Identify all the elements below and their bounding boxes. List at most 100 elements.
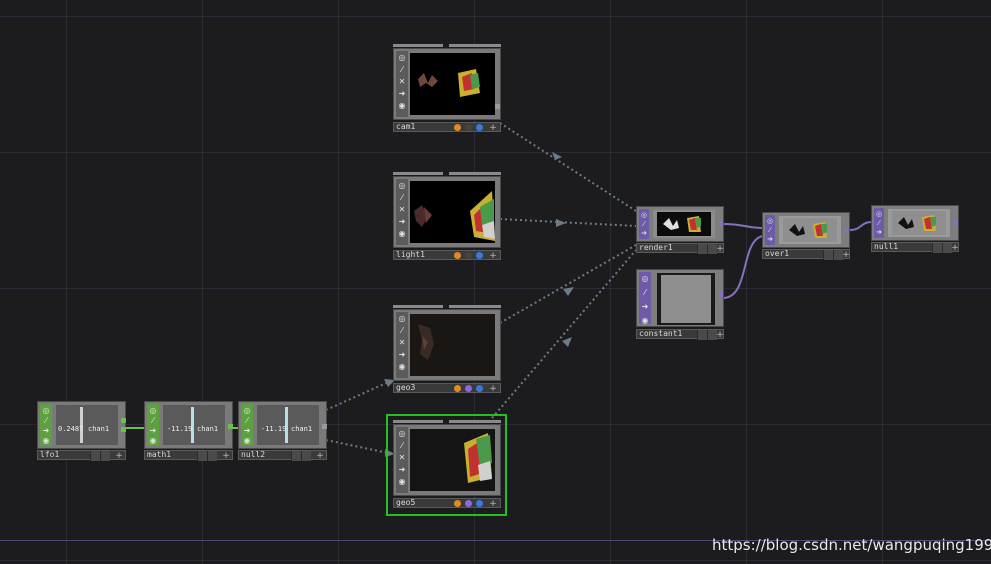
node-body: ◎ ⁄ ➜ ◉ bbox=[636, 269, 724, 327]
plus-icon[interactable]: + bbox=[488, 251, 498, 261]
display-toggle-icon[interactable] bbox=[301, 451, 311, 461]
viewer-flag-icon[interactable] bbox=[476, 124, 483, 131]
brush-icon[interactable]: ⁄ bbox=[41, 416, 51, 426]
node-cam1[interactable]: ◎ ⁄ ✕ ➜ ◉ cam1 + bbox=[393, 44, 501, 134]
arrow-icon[interactable]: ➜ bbox=[397, 89, 407, 99]
camera-icon[interactable]: ◉ bbox=[397, 362, 407, 372]
camera-icon[interactable]: ◉ bbox=[242, 436, 252, 446]
node-over1[interactable]: ◎ ⁄ ➜ over1 + bbox=[762, 212, 850, 260]
output-connector[interactable] bbox=[322, 424, 327, 429]
brush-icon[interactable]: ⁄ bbox=[397, 193, 407, 203]
render-flag-icon[interactable] bbox=[454, 252, 461, 259]
camera-icon[interactable]: ◉ bbox=[148, 436, 158, 446]
display-flag-icon[interactable] bbox=[465, 252, 472, 259]
node-lfo1[interactable]: ◎ ⁄ ➜ ◉ 0.2487 chan1 lfo1 + bbox=[37, 401, 126, 462]
brush-icon[interactable]: ⁄ bbox=[397, 441, 407, 451]
plus-icon[interactable]: + bbox=[715, 330, 725, 340]
arrow-icon[interactable]: ➜ bbox=[640, 302, 650, 312]
plus-icon[interactable]: + bbox=[221, 451, 231, 461]
plus-icon[interactable]: + bbox=[114, 451, 124, 461]
target-icon[interactable]: ◎ bbox=[148, 406, 158, 416]
network-editor[interactable]: ◎ ⁄ ✕ ➜ ◉ cam1 + ◎ ⁄ ✕ ➜ ◉ light1 + ◎ ⁄ … bbox=[0, 0, 991, 564]
channel-value: 0.2487 bbox=[58, 425, 84, 433]
output-connector[interactable] bbox=[121, 427, 126, 432]
node-geo5[interactable]: ◎ ⁄ ✕ ➜ ◉ geo5 + bbox=[393, 420, 501, 510]
x-icon[interactable]: ✕ bbox=[397, 453, 407, 463]
brush-icon[interactable]: ⁄ bbox=[397, 65, 407, 75]
render-flag-icon[interactable] bbox=[454, 500, 461, 507]
arrow-icon[interactable]: ➜ bbox=[397, 465, 407, 475]
target-icon[interactable]: ◎ bbox=[397, 181, 407, 191]
arrow-icon[interactable]: ➜ bbox=[875, 227, 883, 237]
node-null1[interactable]: ◎ ⁄ ➜ null1 + bbox=[871, 205, 959, 253]
plus-icon[interactable]: + bbox=[488, 123, 498, 133]
display-toggle-icon[interactable] bbox=[100, 451, 110, 461]
plus-icon[interactable]: + bbox=[841, 250, 851, 260]
node-namebar: constant1 + bbox=[636, 329, 725, 340]
display-toggle-icon[interactable] bbox=[207, 451, 217, 461]
viewer-toggle-icon[interactable] bbox=[697, 244, 707, 254]
arrow-icon[interactable]: ➜ bbox=[766, 234, 774, 244]
arrow-icon[interactable]: ➜ bbox=[640, 228, 648, 238]
viewer-flag-icon[interactable] bbox=[476, 385, 483, 392]
plus-icon[interactable]: + bbox=[315, 451, 325, 461]
brush-icon[interactable]: ⁄ bbox=[148, 416, 158, 426]
viewer-flag-icon[interactable] bbox=[476, 500, 483, 507]
arrow-icon[interactable]: ➜ bbox=[397, 350, 407, 360]
plus-icon[interactable]: + bbox=[715, 244, 725, 254]
target-icon[interactable]: ◎ bbox=[397, 314, 407, 324]
arrow-icon[interactable]: ➜ bbox=[397, 217, 407, 227]
render-flag-icon[interactable] bbox=[454, 385, 461, 392]
plus-icon[interactable]: + bbox=[488, 499, 498, 509]
channel-name: chan1 bbox=[88, 425, 110, 433]
camera-icon[interactable]: ◉ bbox=[397, 101, 407, 111]
render-flag-icon[interactable] bbox=[454, 124, 461, 131]
output-connector[interactable] bbox=[954, 220, 958, 225]
camera-icon[interactable]: ◉ bbox=[41, 436, 51, 446]
arrow-icon[interactable]: ➜ bbox=[242, 426, 252, 436]
viewer-toggle-icon[interactable] bbox=[932, 243, 942, 253]
camera-icon[interactable]: ◉ bbox=[397, 229, 407, 239]
target-icon[interactable]: ◎ bbox=[640, 274, 650, 284]
target-icon[interactable]: ◎ bbox=[397, 429, 407, 439]
viewer-flag-icon[interactable] bbox=[476, 252, 483, 259]
node-namebar: geo3 + bbox=[393, 383, 501, 394]
viewer-toggle-icon[interactable] bbox=[90, 451, 100, 461]
output-connector[interactable] bbox=[719, 292, 723, 297]
display-flag-icon[interactable] bbox=[465, 500, 472, 507]
target-icon[interactable]: ◎ bbox=[41, 406, 51, 416]
output-connector[interactable] bbox=[121, 418, 126, 423]
target-icon[interactable]: ◎ bbox=[397, 53, 407, 63]
node-null2[interactable]: ◎ ⁄ ➜ ◉ -11.19 chan1 null2 + bbox=[238, 401, 327, 462]
brush-icon[interactable]: ⁄ bbox=[242, 416, 252, 426]
arrow-icon[interactable]: ➜ bbox=[148, 426, 158, 436]
output-connector[interactable] bbox=[719, 221, 723, 226]
arrow-icon[interactable]: ➜ bbox=[41, 426, 51, 436]
camera-icon[interactable]: ◉ bbox=[640, 316, 650, 326]
brush-icon[interactable]: ⁄ bbox=[640, 288, 650, 298]
output-connector[interactable] bbox=[228, 424, 233, 429]
output-connector[interactable] bbox=[495, 104, 500, 109]
plus-icon[interactable]: + bbox=[488, 384, 498, 394]
node-sidebar: ◎ ⁄ ➜ ◉ bbox=[241, 404, 253, 446]
node-math1[interactable]: ◎ ⁄ ➜ ◉ -11.19 chan1 math1 + bbox=[144, 401, 233, 462]
display-flag-icon[interactable] bbox=[465, 385, 472, 392]
node-constant1[interactable]: ◎ ⁄ ➜ ◉ constant1 + bbox=[636, 269, 724, 340]
viewer-toggle-icon[interactable] bbox=[197, 451, 207, 461]
brush-icon[interactable]: ⁄ bbox=[397, 326, 407, 336]
plus-icon[interactable]: + bbox=[950, 243, 960, 253]
node-light1[interactable]: ◎ ⁄ ✕ ➜ ◉ light1 + bbox=[393, 172, 501, 262]
camera-icon[interactable]: ◉ bbox=[397, 477, 407, 487]
x-icon[interactable]: ✕ bbox=[397, 205, 407, 215]
display-flag-icon[interactable] bbox=[465, 124, 472, 131]
node-geo3[interactable]: ◎ ⁄ ✕ ➜ ◉ geo3 + bbox=[393, 305, 501, 395]
viewer-toggle-icon[interactable] bbox=[697, 330, 707, 340]
node-render1[interactable]: ◎ ⁄ ➜ render1 + bbox=[636, 206, 724, 254]
viewer-toggle-icon[interactable] bbox=[823, 250, 833, 260]
x-icon[interactable]: ✕ bbox=[397, 338, 407, 348]
target-icon[interactable]: ◎ bbox=[242, 406, 252, 416]
node-body: ◎ ⁄ ✕ ➜ ◉ bbox=[393, 48, 501, 120]
viewer-toggle-icon[interactable] bbox=[291, 451, 301, 461]
x-icon[interactable]: ✕ bbox=[397, 77, 407, 87]
output-connector[interactable] bbox=[845, 227, 849, 232]
